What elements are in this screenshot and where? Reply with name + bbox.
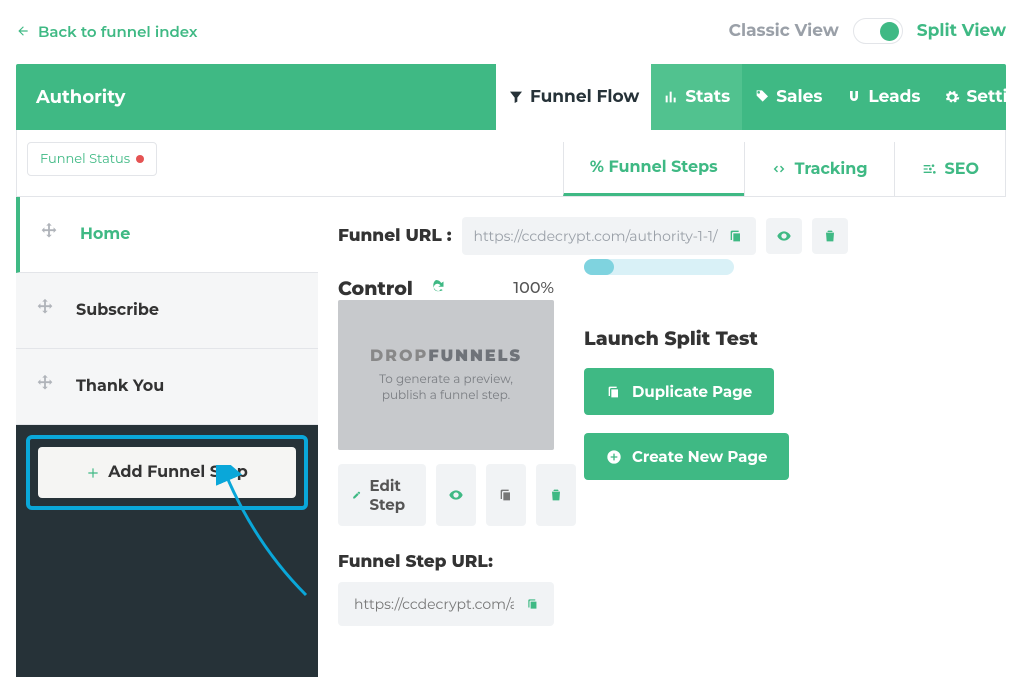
stats-icon	[663, 89, 679, 105]
sliders-icon	[921, 161, 937, 177]
magnet-icon	[846, 89, 862, 105]
subtab-funnel-steps[interactable]: % Funnel Steps	[563, 142, 744, 196]
tab-leads[interactable]: Leads	[834, 64, 932, 130]
delete-button[interactable]	[812, 218, 848, 254]
copy-icon[interactable]	[526, 596, 540, 612]
split-view-label[interactable]: Split View	[917, 21, 1006, 41]
back-label: Back to funnel index	[38, 22, 198, 41]
split-slider[interactable]	[584, 259, 734, 275]
classic-view-label[interactable]: Classic View	[729, 21, 839, 41]
subtab-tracking[interactable]: Tracking	[744, 142, 894, 196]
slider-thumb[interactable]	[584, 259, 614, 275]
tag-icon	[754, 89, 770, 105]
funnel-url-label: Funnel URL :	[338, 226, 452, 246]
tab-settings[interactable]: Settings	[932, 64, 1022, 130]
funnel-title: Authority	[16, 64, 496, 130]
add-funnel-step-button[interactable]: Add Funnel Step	[38, 447, 296, 498]
eye-icon	[448, 487, 464, 503]
view-step-button[interactable]	[436, 464, 476, 526]
arrow-left-icon	[16, 24, 30, 38]
toggle-knob	[880, 22, 899, 41]
subtab-seo[interactable]: SEO	[894, 142, 1005, 196]
copy-icon	[498, 487, 514, 503]
funnel-url-value: https://ccdecrypt.com/authority-1-1/	[474, 227, 718, 245]
launch-split-test-title: Launch Split Test	[584, 327, 789, 350]
main-panel: Funnel URL : https://ccdecrypt.com/autho…	[318, 197, 1006, 677]
step-url-label: Funnel Step URL:	[338, 552, 554, 572]
sub-header: Funnel Status % Funnel Steps Tracking SE…	[16, 130, 1006, 197]
trash-icon	[822, 228, 838, 244]
delete-step-button[interactable]	[536, 464, 576, 526]
tab-sales[interactable]: Sales	[742, 64, 834, 130]
plus-icon	[86, 466, 100, 480]
control-label: Control	[338, 277, 413, 300]
funnel-url-field: https://ccdecrypt.com/authority-1-1/	[462, 217, 756, 255]
edit-icon	[352, 487, 361, 503]
page-preview: DROPFUNNELS To generate a preview,publis…	[338, 300, 554, 450]
step-url-input[interactable]	[352, 594, 516, 614]
duplicate-page-button[interactable]: Duplicate Page	[584, 368, 774, 415]
status-dot-icon	[136, 155, 144, 163]
header: Authority Funnel Flow Stats Sales Leads …	[16, 64, 1006, 130]
code-icon	[771, 161, 787, 177]
eye-icon	[776, 228, 792, 244]
copy-icon	[606, 384, 622, 400]
edit-step-button[interactable]: Edit Step	[338, 464, 426, 526]
tab-stats[interactable]: Stats	[651, 64, 742, 130]
brand-logo: DROPFUNNELS	[370, 347, 522, 366]
funnel-step-home[interactable]: Home	[16, 197, 318, 273]
add-step-highlight: Add Funnel Step	[26, 435, 308, 510]
duplicate-step-button[interactable]	[486, 464, 526, 526]
trash-icon	[548, 487, 564, 503]
create-new-page-button[interactable]: Create New Page	[584, 433, 789, 480]
refresh-button[interactable]	[427, 277, 445, 300]
view-toggle[interactable]	[853, 18, 903, 44]
copy-icon[interactable]	[728, 228, 744, 244]
funnel-status-button[interactable]: Funnel Status	[27, 142, 157, 176]
control-percent: 100%	[513, 279, 554, 298]
filter-icon	[508, 89, 524, 105]
plus-circle-icon	[606, 449, 622, 465]
gear-icon	[944, 89, 960, 105]
move-icon[interactable]	[34, 373, 56, 400]
preview-button[interactable]	[766, 218, 802, 254]
step-url-field	[338, 582, 554, 626]
move-icon[interactable]	[38, 221, 60, 248]
tab-funnel-flow[interactable]: Funnel Flow	[496, 64, 651, 130]
funnel-step-thankyou[interactable]: Thank You	[16, 349, 318, 425]
refresh-icon	[427, 277, 445, 295]
back-link[interactable]: Back to funnel index	[16, 22, 198, 41]
funnel-step-subscribe[interactable]: Subscribe	[16, 273, 318, 349]
move-icon[interactable]	[34, 297, 56, 324]
funnel-steps-sidebar: Home Subscribe Thank You Add Funnel Step	[16, 197, 318, 677]
